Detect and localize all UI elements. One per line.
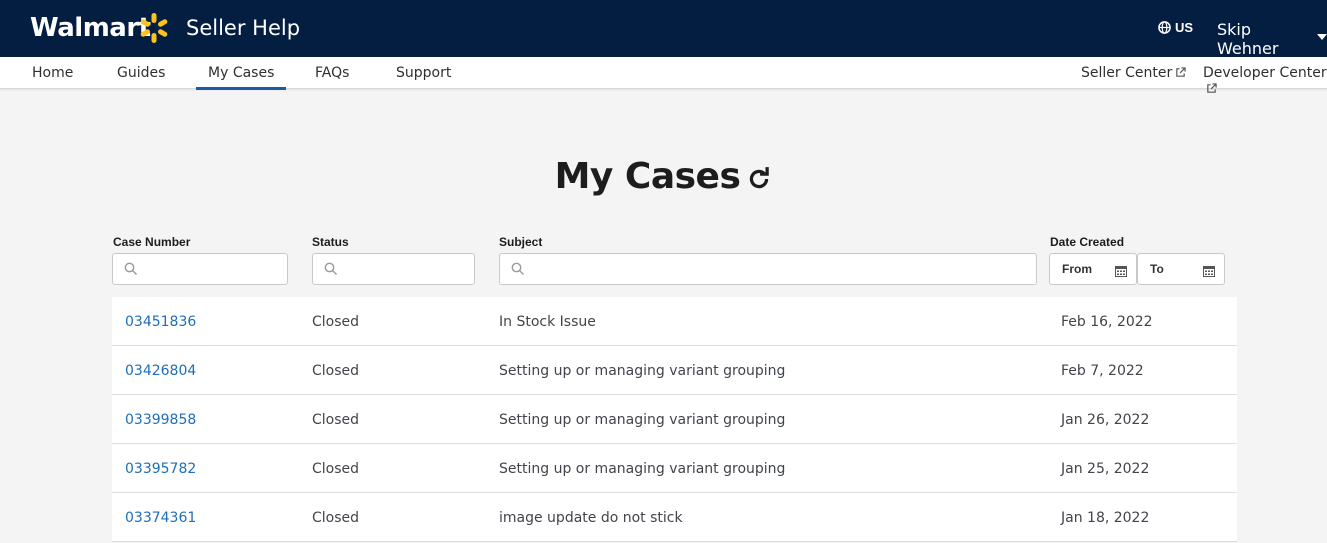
nav-developer-center[interactable]: Developer Center [1203, 65, 1327, 97]
seller-center-label: Seller Center [1081, 65, 1173, 81]
date-from-label: From [1062, 262, 1092, 276]
subject-label: Subject [499, 235, 543, 249]
calendar-icon [1203, 266, 1215, 277]
developer-center-label: Developer Center [1203, 65, 1327, 81]
case-date: Jan 25, 2022 [1061, 461, 1150, 477]
case-number-link[interactable]: 03374361 [125, 510, 196, 526]
date-to-picker[interactable]: To [1137, 253, 1225, 285]
status-input[interactable] [343, 258, 464, 280]
case-number-link[interactable]: 03426804 [125, 363, 196, 379]
nav-my-cases[interactable]: My Cases [195, 65, 287, 90]
region-label: US [1175, 20, 1194, 35]
date-from-picker[interactable]: From [1049, 253, 1137, 285]
external-link-icon [1176, 67, 1186, 77]
nav-seller-center[interactable]: Seller Center [1081, 65, 1186, 81]
globe-icon [1158, 21, 1171, 34]
case-number-label: Case Number [113, 235, 191, 249]
subject-filter [499, 253, 1037, 285]
external-link-icon [1207, 83, 1217, 93]
case-number-link[interactable]: 03399858 [125, 412, 196, 428]
case-date: Feb 7, 2022 [1061, 363, 1144, 379]
case-status: Closed [312, 412, 360, 428]
region-selector[interactable]: US [1158, 20, 1193, 35]
status-label: Status [312, 235, 349, 249]
table-row: 03374361 Closed image update do not stic… [112, 493, 1237, 542]
nav-support[interactable]: Support [396, 65, 451, 81]
seller-help-title[interactable]: Seller Help [186, 16, 300, 40]
case-number-link[interactable]: 03451836 [125, 314, 196, 330]
case-date: Feb 16, 2022 [1061, 314, 1153, 330]
table-row: 03451836 Closed In Stock Issue Feb 16, 2… [112, 297, 1237, 346]
cases-table: 03451836 Closed In Stock Issue Feb 16, 2… [112, 297, 1237, 542]
case-number-filter [112, 253, 288, 285]
nav-guides[interactable]: Guides [117, 65, 165, 81]
case-date: Jan 26, 2022 [1061, 412, 1150, 428]
case-subject: Setting up or managing variant grouping [499, 363, 786, 379]
case-status: Closed [312, 363, 360, 379]
case-subject: Setting up or managing variant grouping [499, 412, 786, 428]
walmart-logo-text[interactable]: Walmart [30, 13, 151, 43]
page-title: My Cases [0, 156, 1327, 197]
case-number-link[interactable]: 03395782 [125, 461, 196, 477]
status-filter [312, 253, 475, 285]
case-subject: image update do not stick [499, 510, 683, 526]
top-header: Walmart Seller Help US Skip Wehner [0, 0, 1327, 58]
case-status: Closed [312, 314, 360, 330]
subject-input[interactable] [530, 258, 1026, 280]
table-row: 03399858 Closed Setting up or managing v… [112, 395, 1237, 444]
table-row: 03426804 Closed Setting up or managing v… [112, 346, 1237, 395]
search-icon [511, 262, 524, 275]
caret-down-icon [1317, 34, 1327, 40]
case-number-input[interactable] [143, 258, 277, 280]
date-to-label: To [1150, 262, 1164, 276]
case-date: Jan 18, 2022 [1061, 510, 1150, 526]
search-icon [324, 262, 337, 275]
case-subject: Setting up or managing variant grouping [499, 461, 786, 477]
walmart-spark-icon[interactable] [137, 11, 171, 45]
user-menu[interactable]: Skip Wehner [1217, 20, 1327, 58]
nav-faqs[interactable]: FAQs [315, 65, 349, 81]
case-status: Closed [312, 461, 360, 477]
case-status: Closed [312, 510, 360, 526]
search-icon [124, 262, 137, 275]
date-created-label: Date Created [1050, 235, 1125, 249]
nav-home[interactable]: Home [32, 65, 73, 81]
refresh-icon[interactable] [746, 166, 772, 192]
case-subject: In Stock Issue [499, 314, 596, 330]
page-title-text: My Cases [554, 156, 741, 197]
main-nav: Home Guides My Cases FAQs Support Seller… [0, 57, 1327, 93]
table-row: 03395782 Closed Setting up or managing v… [112, 444, 1237, 493]
calendar-icon [1115, 266, 1127, 277]
user-name: Skip Wehner [1217, 20, 1279, 58]
